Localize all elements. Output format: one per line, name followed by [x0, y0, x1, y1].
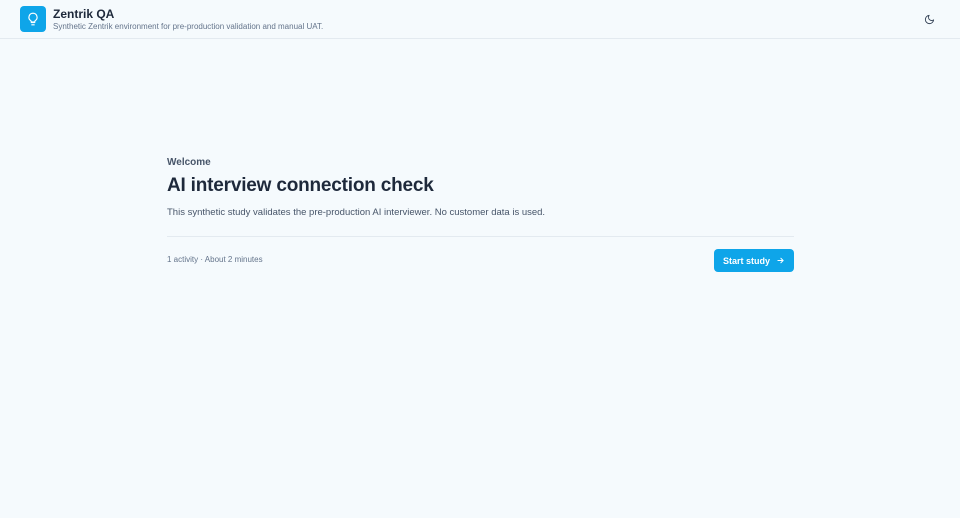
- lightbulb-icon: [26, 12, 40, 26]
- welcome-label: Welcome: [167, 157, 211, 168]
- app-logo: [20, 6, 46, 32]
- arrow-right-icon: [776, 256, 785, 265]
- theme-toggle-button[interactable]: [920, 10, 938, 28]
- start-study-button[interactable]: Start study: [714, 249, 794, 272]
- app-header: Zentrik QA Synthetic Zentrik environment…: [0, 0, 960, 39]
- study-title: AI interview connection check: [167, 175, 434, 196]
- app-title: Zentrik QA: [53, 7, 115, 21]
- app-subtitle: Synthetic Zentrik environment for pre-pr…: [53, 22, 324, 31]
- moon-icon: [924, 14, 935, 25]
- study-description: This synthetic study validates the pre-p…: [167, 207, 546, 218]
- study-meta: 1 activity · About 2 minutes: [167, 255, 263, 264]
- start-study-label: Start study: [722, 255, 770, 266]
- divider: [167, 236, 794, 237]
